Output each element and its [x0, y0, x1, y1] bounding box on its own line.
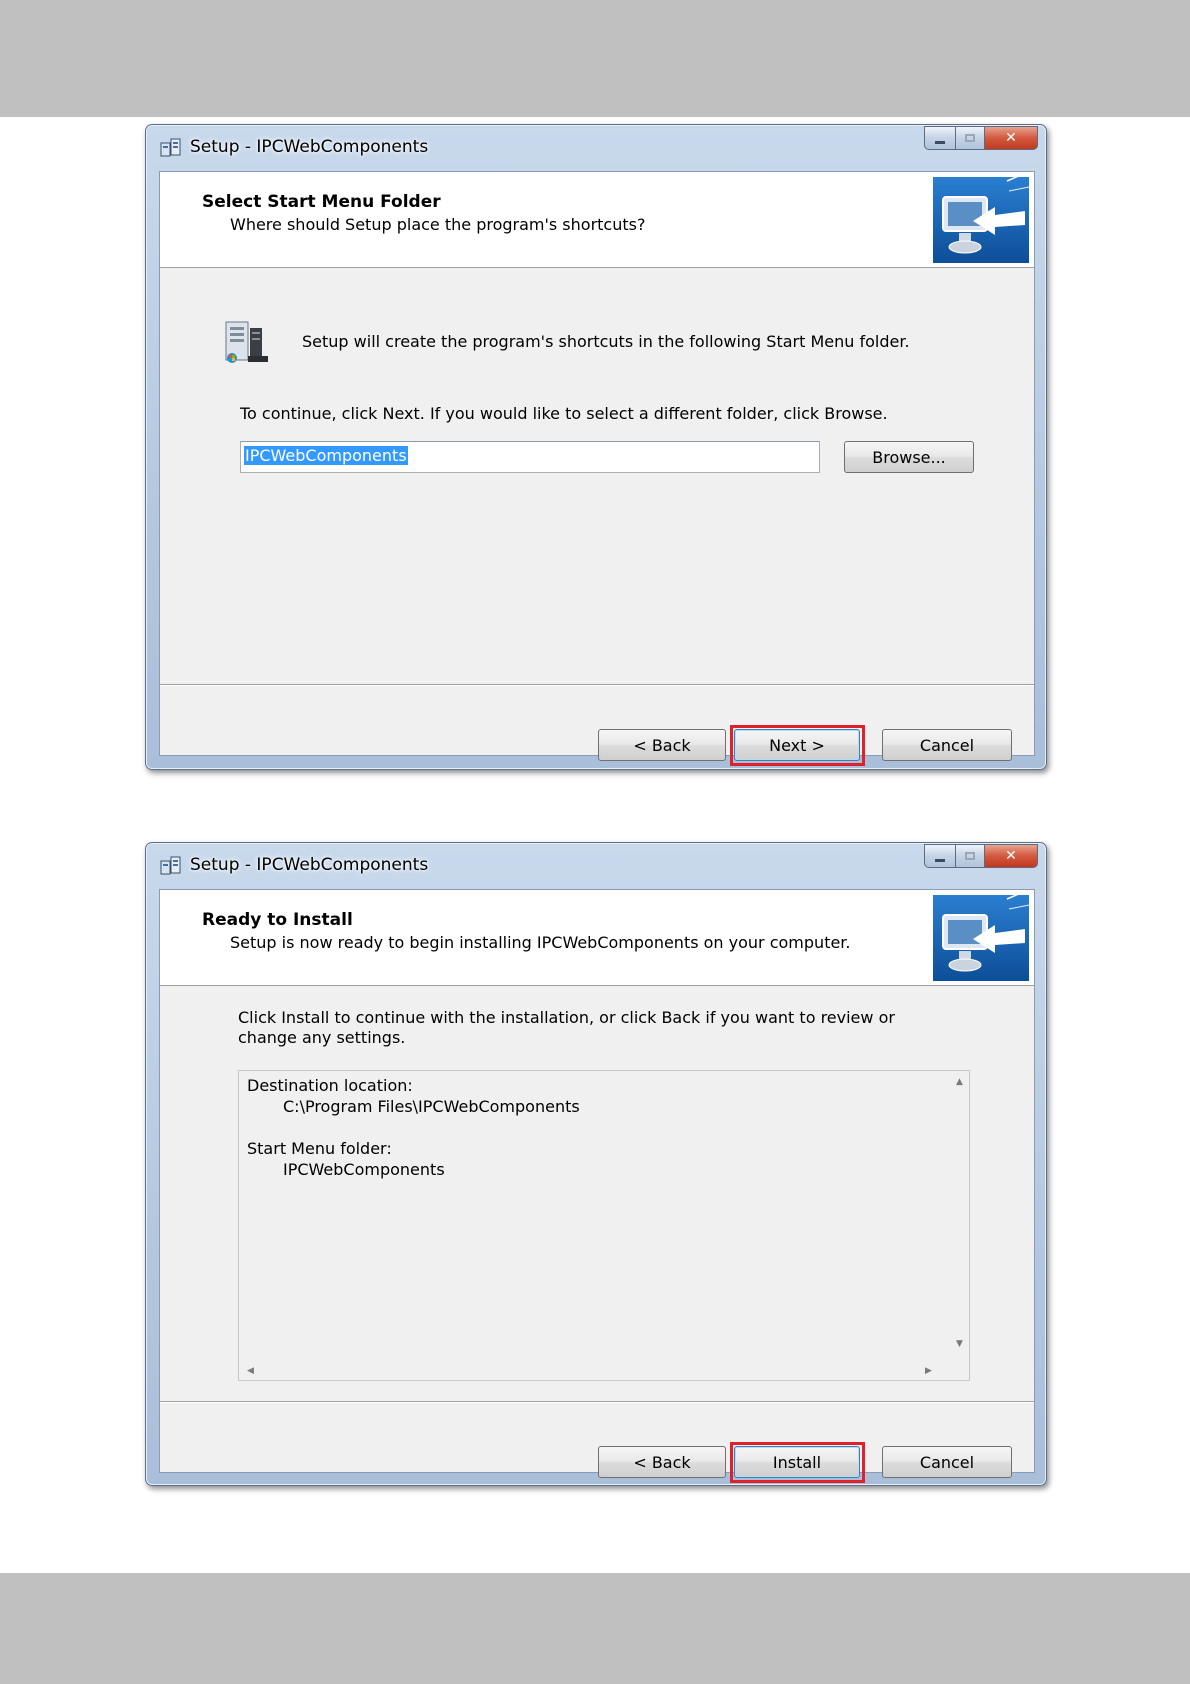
- wizard-client-area: Ready to Install Setup is now ready to b…: [159, 889, 1035, 1483]
- scroll-right-icon[interactable]: ▶: [925, 1366, 932, 1376]
- page-subtitle: Setup is now ready to begin installing I…: [230, 933, 851, 952]
- minimize-icon: [935, 858, 945, 862]
- body-text-line1: Click Install to continue with the insta…: [238, 1008, 895, 1027]
- maximize-icon: [965, 852, 975, 860]
- footer-divider: [160, 684, 1034, 686]
- setup-window-select-start-menu: Setup - IPCWebComponents ✕ Select Start …: [145, 124, 1047, 770]
- start-menu-folder-field[interactable]: IPCWebComponents: [240, 441, 820, 473]
- start-menu-value: IPCWebComponents: [283, 1160, 445, 1179]
- close-icon: ✕: [1005, 848, 1017, 864]
- body-text-line2: change any settings.: [238, 1028, 406, 1047]
- cancel-button[interactable]: Cancel: [882, 1446, 1012, 1478]
- minimize-icon: [935, 140, 945, 144]
- install-summary-memo[interactable]: Destination location: C:\Program Files\I…: [238, 1070, 970, 1381]
- destination-label: Destination location:: [247, 1076, 413, 1095]
- scroll-down-icon[interactable]: ▼: [956, 1339, 963, 1349]
- browse-button[interactable]: Browse...: [844, 441, 974, 473]
- back-button[interactable]: < Back: [598, 1446, 726, 1478]
- close-icon: ✕: [1005, 130, 1017, 146]
- install-highlight-box: [730, 1442, 865, 1483]
- maximize-button: [956, 126, 985, 150]
- setup-app-icon: [160, 137, 182, 157]
- minimize-button[interactable]: [924, 126, 956, 150]
- continue-instructions: To continue, click Next. If you would li…: [240, 404, 888, 423]
- scroll-up-icon[interactable]: ▲: [956, 1077, 963, 1087]
- next-highlight-box: [730, 725, 865, 766]
- title-bar[interactable]: Setup - IPCWebComponents ✕: [146, 843, 1046, 881]
- maximize-icon: [965, 134, 975, 142]
- wizard-header: Ready to Install Setup is now ready to b…: [160, 890, 1034, 986]
- folder-field-value: IPCWebComponents: [244, 446, 408, 465]
- start-menu-folder-icon: [224, 318, 270, 364]
- minimize-button[interactable]: [924, 844, 956, 868]
- title-bar[interactable]: Setup - IPCWebComponents ✕: [146, 125, 1046, 163]
- cancel-button[interactable]: Cancel: [882, 729, 1012, 761]
- page-title: Select Start Menu Folder: [202, 192, 441, 212]
- wizard-client-area: Select Start Menu Folder Where should Se…: [159, 171, 1035, 766]
- wizard-header: Select Start Menu Folder Where should Se…: [160, 172, 1034, 268]
- page-subtitle: Where should Setup place the program's s…: [230, 215, 646, 234]
- maximize-button: [956, 844, 985, 868]
- footer-divider: [160, 1401, 1034, 1403]
- horizontal-scrollbar[interactable]: ◀ ▶: [239, 1363, 952, 1380]
- top-gray-band: [0, 0, 1190, 117]
- caption-buttons: ✕: [924, 844, 1038, 868]
- vertical-scrollbar[interactable]: ▲ ▼: [952, 1071, 969, 1364]
- destination-value: C:\Program Files\IPCWebComponents: [283, 1097, 580, 1116]
- close-button[interactable]: ✕: [985, 126, 1038, 150]
- intro-text: Setup will create the program's shortcut…: [302, 332, 910, 351]
- setup-window-ready-to-install: Setup - IPCWebComponents ✕ Ready to Inst…: [145, 842, 1047, 1486]
- bottom-gray-band: [0, 1573, 1190, 1684]
- wizard-monitor-icon: [933, 174, 1030, 263]
- wizard-monitor-icon: [933, 892, 1030, 981]
- window-title: Setup - IPCWebComponents: [190, 855, 429, 875]
- setup-app-icon: [160, 855, 182, 875]
- start-menu-label: Start Menu folder:: [247, 1139, 392, 1158]
- close-button[interactable]: ✕: [985, 844, 1038, 868]
- back-button[interactable]: < Back: [598, 729, 726, 761]
- window-title: Setup - IPCWebComponents: [190, 137, 429, 157]
- page-title: Ready to Install: [202, 910, 353, 930]
- caption-buttons: ✕: [924, 126, 1038, 150]
- scroll-left-icon[interactable]: ◀: [247, 1366, 254, 1376]
